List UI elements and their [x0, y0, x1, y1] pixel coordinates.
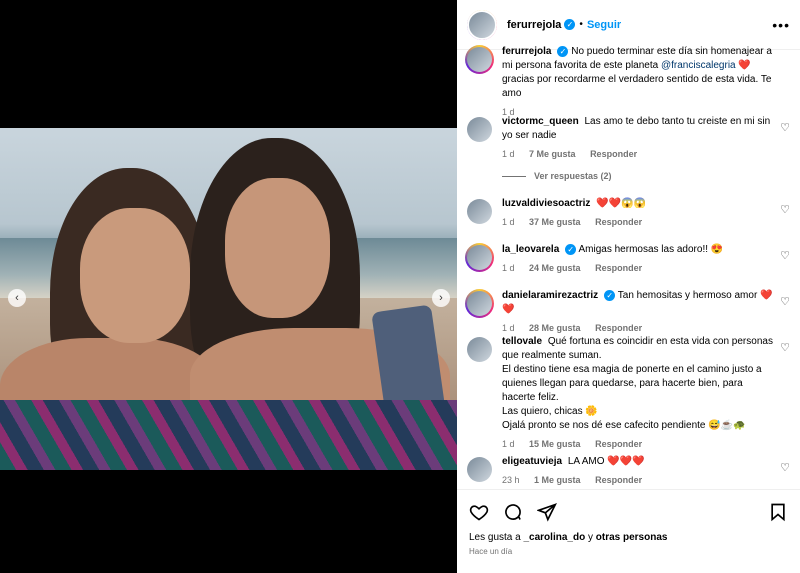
comment-text-line: El destino tiene esa magia de ponerte en…: [502, 364, 762, 403]
verified-icon: ✓: [565, 243, 577, 255]
post-sidebar: ferurrejola ✓ • Seguir ••• ferurrejola ✓ …: [457, 0, 800, 573]
like-comment-heart-icon[interactable]: ♡: [780, 203, 790, 216]
comment-time: 1 d: [502, 439, 515, 449]
comment-likes[interactable]: 15 Me gusta: [529, 439, 581, 449]
next-photo-button[interactable]: ›: [432, 289, 450, 307]
caption: ferurrejola ✓ No puedo terminar este día …: [465, 45, 790, 119]
comment-likes[interactable]: 24 Me gusta: [529, 263, 581, 273]
like-comment-heart-icon[interactable]: ♡: [780, 341, 790, 354]
comment-time: 1 d: [502, 217, 515, 227]
comment-time: 1 d: [502, 323, 515, 333]
like-comment-heart-icon[interactable]: ♡: [780, 461, 790, 474]
comment-text-line: Las quiero, chicas 🌼: [502, 406, 598, 417]
author-username[interactable]: ferurrejola: [507, 19, 561, 31]
comment-username[interactable]: tellovale: [502, 336, 542, 347]
comment-item: luzvaldiviesoactriz ❤️❤️😱😱 1 d 37 Me gus…: [467, 197, 790, 229]
view-replies-button[interactable]: Ver respuestas (2): [502, 171, 612, 181]
comment-username[interactable]: eligeatuvieja: [502, 456, 562, 467]
more-options-icon[interactable]: •••: [772, 17, 790, 33]
comment-text-line: Qué fortuna es coincidir en esta vida co…: [502, 336, 773, 361]
comment-username[interactable]: victormc_queen: [502, 116, 579, 127]
like-comment-heart-icon[interactable]: ♡: [780, 121, 790, 134]
author-avatar[interactable]: [465, 45, 494, 74]
comment-likes[interactable]: 37 Me gusta: [529, 217, 581, 227]
reply-button[interactable]: Responder: [595, 475, 642, 485]
comment-text: Amigas hermosas las adoro!! 😍: [578, 244, 724, 255]
reply-button[interactable]: Responder: [595, 439, 642, 449]
bookmark-icon[interactable]: [768, 502, 788, 522]
commenter-avatar[interactable]: [465, 289, 494, 318]
comment-item: danielaramirezactriz ✓ Tan hemositas y he…: [465, 289, 790, 335]
comment-username[interactable]: luzvaldiviesoactriz: [502, 198, 590, 209]
comment-item: eligeatuvieja LA AMO ❤️❤️❤️ 23 h 1 Me gu…: [467, 455, 790, 487]
comment-username[interactable]: la_leovarela: [502, 244, 559, 255]
action-bar: [469, 500, 788, 524]
post-footer: Les gusta a _carolina_do y otras persona…: [457, 489, 800, 573]
like-comment-heart-icon[interactable]: ♡: [780, 295, 790, 308]
comment-text: ❤️❤️😱😱: [596, 198, 646, 209]
comments-list[interactable]: ferurrejola ✓ No puedo terminar este día …: [457, 41, 800, 489]
reply-button[interactable]: Responder: [595, 217, 642, 227]
comment-item: la_leovarela ✓ Amigas hermosas las adoro!…: [465, 243, 790, 275]
verified-icon: ✓: [564, 19, 576, 30]
commenter-avatar[interactable]: [465, 243, 494, 272]
caption-username[interactable]: ferurrejola: [502, 46, 551, 57]
like-comment-heart-icon[interactable]: ♡: [780, 249, 790, 262]
comment-text: LA AMO ❤️❤️❤️: [567, 456, 645, 467]
verified-icon: ✓: [557, 45, 569, 57]
previous-photo-button[interactable]: ‹: [8, 289, 26, 307]
other-likers-link[interactable]: otras personas: [596, 532, 668, 543]
comment-username[interactable]: danielaramirezactriz: [502, 290, 598, 301]
comment-item: tellovale Qué fortuna es coincidir en es…: [467, 335, 790, 451]
comment-likes[interactable]: 28 Me gusta: [529, 323, 581, 333]
comment-likes[interactable]: 1 Me gusta: [534, 475, 581, 485]
follow-button[interactable]: Seguir: [587, 19, 621, 31]
verified-icon: ✓: [604, 289, 616, 301]
caption-mention[interactable]: @franciscalegria: [661, 60, 736, 71]
comment-icon[interactable]: [503, 502, 523, 522]
chevron-left-icon: ‹: [15, 292, 19, 304]
post-time: Hace un día: [469, 547, 513, 556]
commenter-avatar[interactable]: [467, 457, 492, 482]
comment-time: 1 d: [502, 149, 515, 159]
likes-summary: Les gusta a _carolina_do y otras persona…: [469, 532, 668, 543]
comment-time: 23 h: [502, 475, 520, 485]
commenter-avatar[interactable]: [467, 337, 492, 362]
comment-time: 1 d: [502, 263, 515, 273]
liker-username[interactable]: _carolina_do: [523, 532, 585, 543]
reply-button[interactable]: Responder: [595, 263, 642, 273]
post-photo[interactable]: [0, 128, 457, 470]
author-avatar[interactable]: [467, 9, 497, 40]
commenter-avatar[interactable]: [467, 117, 492, 142]
heart-icon[interactable]: [469, 502, 489, 522]
comment-likes[interactable]: 7 Me gusta: [529, 149, 576, 159]
share-icon[interactable]: [537, 502, 557, 522]
media-pane: ‹ ›: [0, 0, 457, 573]
chevron-right-icon: ›: [439, 292, 443, 304]
reply-button[interactable]: Responder: [595, 323, 642, 333]
commenter-avatar[interactable]: [467, 199, 492, 224]
comment-item: victormc_queen Las amo te debo tanto tu …: [467, 115, 790, 161]
separator-dot: •: [579, 19, 583, 30]
comment-text-line: Ojalá pronto se nos dé ese cafecito pend…: [502, 420, 746, 431]
reply-button[interactable]: Responder: [590, 149, 637, 159]
